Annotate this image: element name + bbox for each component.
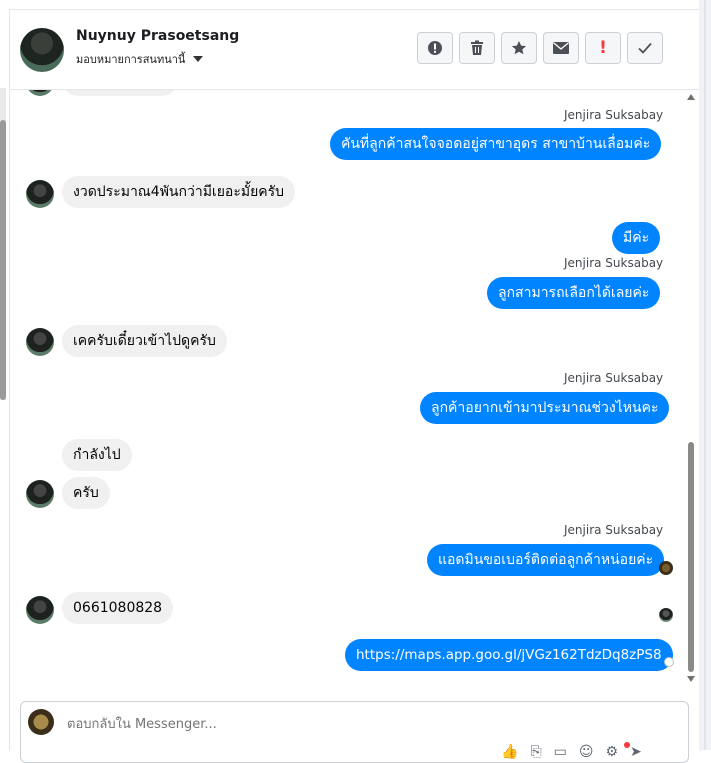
outgoing-message-bubble: ลูกค้าอยากเข้ามาประมาณช่วงไหนคะ — [420, 392, 670, 424]
envelope-icon — [553, 42, 569, 54]
message-list[interactable]: Jenjira Suksabay คันที่ลูกค้าสนใจจอดอยู่… — [10, 90, 689, 690]
contact-name[interactable]: Nuynuy Prasoetsang — [76, 28, 239, 44]
header-toolbar: ! — [417, 32, 663, 64]
contact-message-avatar — [26, 328, 54, 356]
read-receipt-avatar-icon — [659, 608, 673, 622]
alert-button[interactable] — [417, 32, 453, 64]
left-scrollbar[interactable] — [0, 88, 6, 400]
chat-scrollbar[interactable] — [686, 90, 696, 688]
scroll-down-arrow-icon[interactable] — [687, 676, 695, 682]
settings-icon[interactable]: ⚙ — [605, 744, 618, 760]
send-icon[interactable]: ➤ — [630, 744, 642, 760]
assign-conversation-dropdown[interactable]: มอบหมายการสนทนานี้ — [76, 50, 204, 68]
thumbs-up-icon[interactable]: 👍 — [501, 744, 518, 760]
exclamation-icon: ! — [599, 38, 607, 58]
sender-name: Jenjira Suksabay — [564, 523, 664, 537]
star-icon — [511, 41, 527, 55]
incoming-message-bubble: 0661080828 — [62, 592, 174, 624]
reply-composer: 👍 ⎘ ▭ ☺ ⚙ ➤ — [20, 701, 689, 763]
attachment-icon[interactable]: ⎘ — [530, 744, 541, 760]
contact-avatar[interactable] — [20, 28, 64, 72]
delete-button[interactable] — [459, 32, 495, 64]
outgoing-message-bubble: แอดมินขอเบอร์ติดต่อลูกค้าหน่อยค่ะ — [427, 544, 665, 576]
mark-done-button[interactable] — [627, 32, 663, 64]
conversation-header: Nuynuy Prasoetsang มอบหมายการสนทนานี้ ! — [10, 10, 699, 90]
scroll-up-arrow-icon[interactable] — [687, 94, 695, 100]
contact-message-avatar — [26, 480, 54, 508]
contact-message-avatar — [26, 90, 54, 96]
image-icon[interactable]: ▭ — [554, 744, 567, 760]
trash-icon — [471, 40, 483, 55]
check-icon — [638, 42, 652, 54]
incoming-message-bubble: งวดประมาณ4พันกว่ามีเยอะมั้ยครับ — [62, 176, 296, 208]
composer-tools: 👍 ⎘ ▭ ☺ ⚙ ➤ — [501, 742, 642, 760]
outgoing-message-bubble: ลูกสามารถเลือกได้เลยค่ะ — [487, 277, 661, 309]
sender-name: Jenjira Suksabay — [564, 371, 664, 385]
chevron-down-icon — [193, 56, 204, 62]
outgoing-message-bubble: คันที่ลูกค้าสนใจจอดอยู่สาขาอุดร สาขาบ้าน… — [330, 128, 662, 160]
notification-dot-icon — [624, 742, 630, 748]
email-button[interactable] — [543, 32, 579, 64]
seen-avatar-icon — [659, 561, 673, 575]
right-edge — [699, 0, 711, 750]
outgoing-link-bubble[interactable]: https://maps.app.goo.gl/jVGz162TdzDq8zPS… — [345, 639, 673, 671]
incoming-message-bubble: กำลังไป — [62, 439, 132, 471]
incoming-message-bubble: ครับ — [62, 477, 110, 509]
emoji-icon[interactable]: ☺ — [579, 744, 594, 760]
sender-name: Jenjira Suksabay — [564, 256, 664, 270]
alert-icon — [428, 41, 442, 55]
mark-important-button[interactable]: ! — [585, 32, 621, 64]
chat-scrollbar-thumb[interactable] — [688, 442, 694, 672]
incoming-message-bubble: เคครับเดี๋ยวเข้าไปดูครับ — [62, 325, 227, 357]
reply-input[interactable] — [65, 716, 469, 733]
contact-message-avatar — [26, 180, 54, 208]
assign-label: มอบหมายการสนทนานี้ — [76, 53, 186, 66]
contact-message-avatar — [26, 596, 54, 624]
left-scrollbar-thumb[interactable] — [0, 120, 6, 400]
page-avatar — [28, 709, 54, 735]
sent-status-icon — [664, 657, 674, 667]
star-button[interactable] — [501, 32, 537, 64]
sender-name: Jenjira Suksabay — [564, 108, 664, 122]
incoming-message-bubble — [62, 90, 178, 96]
outgoing-message-bubble: มีค่ะ — [612, 222, 661, 254]
